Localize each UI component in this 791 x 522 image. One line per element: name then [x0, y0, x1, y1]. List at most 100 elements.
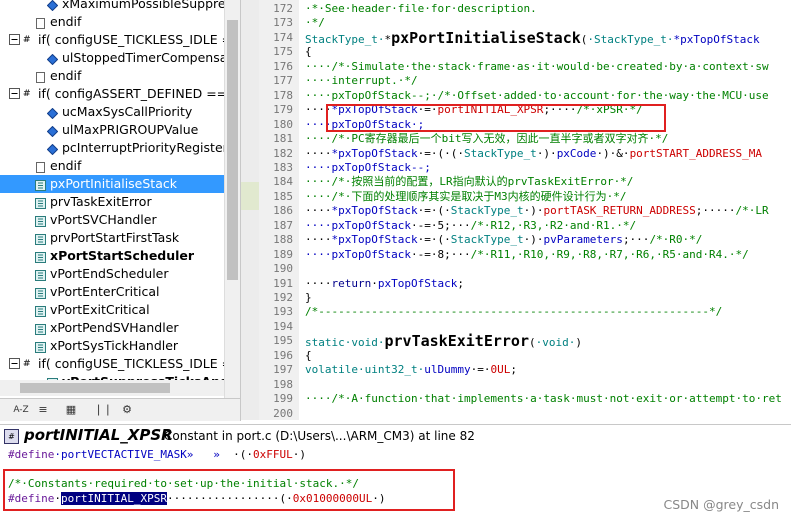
symbol-name: portINITIAL_XPSR [24, 426, 173, 444]
line-number: 187 [273, 218, 293, 232]
tree-item[interactable]: vPortEndScheduler [0, 265, 224, 283]
vertical-scroll-thumb[interactable] [227, 20, 238, 280]
tree-item[interactable]: # if( configUSE_TICKLESS_IDLE == [0, 31, 224, 49]
tree-item[interactable]: endif [0, 13, 224, 31]
code-token: /*·R11,·R10,·R9,·R8,·R7,·R6,·R5·and·R4.·… [470, 247, 749, 261]
code-token: ····pxTopOfStack--;·/*·Offset·added·to·a… [305, 88, 769, 102]
line-number: 182 [273, 146, 293, 160]
settings-gear-icon[interactable]: ⚙ [118, 401, 136, 419]
tree-item[interactable]: ucMaxSysCallPriority [0, 103, 224, 121]
code-line: StackType_t·*pxPortInitialiseStack(·Stac… [305, 30, 760, 46]
tree-item-label: ucMaxSysCallPriority [62, 104, 193, 119]
tree-item[interactable]: pcInterruptPriorityRegisters [0, 139, 224, 157]
code-line: { [305, 349, 312, 363]
function-icon [35, 340, 46, 353]
code-token: ·)· [523, 204, 544, 218]
code-token: { [305, 45, 312, 59]
code-token: · [371, 276, 378, 290]
collapse-toggle-icon[interactable] [9, 88, 20, 99]
code-token: /*·R0·*/ [649, 233, 703, 247]
code-line: ····pxTopOfStack--;·/*·Offset·added·to·a… [305, 89, 769, 103]
tree-item-label: if( configUSE_TICKLESS_IDLE == [38, 32, 224, 47]
tree-item[interactable]: ulMaxPRIGROUPValue [0, 121, 224, 139]
tree-item[interactable]: endif [0, 157, 224, 175]
tree-item-label: xPortSysTickHandler [50, 338, 179, 353]
code-line: ····/*·PC寄存器最后一个bit写入无效，因此一直半字或者双字对齐·*/ [305, 132, 668, 146]
code-token: ···· [305, 233, 332, 247]
code-token: ·*·See·header·file·for·description. [305, 2, 537, 15]
code-token: ;····· [695, 204, 736, 218]
code-token: /*·LR [735, 204, 769, 218]
book-icon[interactable]: ❘❘ [94, 401, 112, 419]
code-token: { [305, 348, 312, 362]
tree-item[interactable]: prvTaskExitError [0, 193, 224, 211]
sort-category-icon[interactable]: ≡ [34, 401, 52, 419]
variable-icon [46, 106, 59, 120]
code-line: ····/*·Simulate·the·stack·frame·as·it·wo… [305, 60, 769, 74]
function-icon [35, 250, 46, 263]
line-number: 188 [273, 233, 293, 247]
collapse-toggle-icon[interactable] [9, 358, 20, 369]
code-token: ····/*·下面的处理顺序其实是取决于M3内核的硬件设计行为·*/ [305, 189, 627, 203]
code-token: ·=·(· [417, 233, 451, 247]
code-line: ····*pxTopOfStack·=·(·StackType_t·)·port… [305, 204, 769, 218]
tree-item-label: prvTaskExitError [50, 194, 152, 209]
tree-item-label: pcInterruptPriorityRegisters [62, 140, 224, 155]
code-line: ····*pxTopOfStack·=·(·StackType_t·)·pvPa… [305, 233, 702, 247]
if-block-icon: # [23, 35, 31, 45]
collapse-toggle-icon[interactable] [9, 34, 20, 45]
tree-item[interactable]: xPortStartScheduler [0, 247, 224, 265]
tree-item-label: prvPortStartFirstTask [50, 230, 180, 245]
code-token: StackType_t [450, 233, 524, 247]
code-line: ····/*·按照当前的配置，LR指向默认的prvTaskExitError·*… [305, 175, 633, 189]
tree-item-label: vPortSVCHandler [50, 212, 157, 227]
file-icon [35, 16, 46, 29]
line-number: 172 [273, 2, 293, 15]
code-token: portTASK_RETURN_ADDRESS [543, 204, 696, 218]
tree-item[interactable]: vPortEnterCritical [0, 283, 224, 301]
line-number: 180 [273, 117, 293, 131]
tree-item[interactable]: vPortSVCHandler [0, 211, 224, 229]
variable-icon [46, 124, 59, 138]
line-number: 175 [273, 45, 293, 59]
code-line: /*--------------------------------------… [305, 305, 722, 319]
code-token: ····pxTopOfStack [305, 247, 411, 261]
sort-az-icon[interactable]: A-Z [10, 401, 32, 419]
code-token: *pxTopOfStack [331, 146, 418, 160]
tree-item-label: if( configUSE_TICKLESS_IDLE == [38, 356, 224, 371]
line-number: 174 [273, 30, 293, 44]
symbol-info-bar: # portINITIAL_XPSR Constant in port.c (D… [0, 424, 791, 448]
code-token: ·(· [233, 448, 254, 461]
tree-item[interactable]: # if( configASSERT_DEFINED == 1 [0, 85, 224, 103]
line-number: 197 [273, 363, 293, 377]
line-number: 178 [273, 88, 293, 102]
symbol-types-icon[interactable]: ▦ [62, 401, 80, 419]
line-number: 199 [273, 392, 293, 406]
code-token: ····interrupt.·*/ [305, 74, 418, 88]
code-token: ·=· [470, 363, 491, 377]
code-line: volatile·uint32_t·ulDummy·=·0UL; [305, 363, 517, 377]
line-number: 173 [273, 16, 293, 30]
symbol-tree-panel: xMaximumPossibleSuppresse endif # if( confi… [0, 0, 241, 398]
sidebar-vertical-scrollbar[interactable] [224, 0, 240, 398]
code-token: ···· [305, 204, 332, 218]
code-editor[interactable]: ·*·See·header·file·for·description. ·*/St… [305, 0, 791, 420]
tree-item[interactable]: prvPortStartFirstTask [0, 229, 224, 247]
code-line: ····pxTopOfStack·-=·5;···/*·R12,·R3,·R2·… [305, 219, 636, 233]
tree-item[interactable]: xPortPendSVHandler [0, 319, 224, 337]
line-number: 196 [273, 348, 293, 362]
tree-item[interactable]: xPortSysTickHandler [0, 337, 224, 355]
tree-item[interactable]: pxPortInitialiseStack [0, 175, 224, 193]
line-number: 183 [273, 160, 293, 174]
horizontal-scroll-thumb[interactable] [20, 383, 170, 393]
tree-item[interactable]: xMaximumPossibleSuppresse [0, 0, 224, 13]
code-token: ···· [305, 276, 332, 290]
tree-item[interactable]: endif [0, 67, 224, 85]
tree-item[interactable]: vPortExitCritical [0, 301, 224, 319]
tree-item-label: xPortStartScheduler [50, 248, 195, 263]
function-icon [35, 232, 46, 245]
tree-item[interactable]: ulStoppedTimerCompensatio [0, 49, 224, 67]
code-token: ·portVECTACTIVE_MASK» » [54, 448, 234, 461]
sidebar-horizontal-scrollbar[interactable] [0, 380, 224, 396]
tree-item[interactable]: # if( configUSE_TICKLESS_IDLE == [0, 355, 224, 373]
